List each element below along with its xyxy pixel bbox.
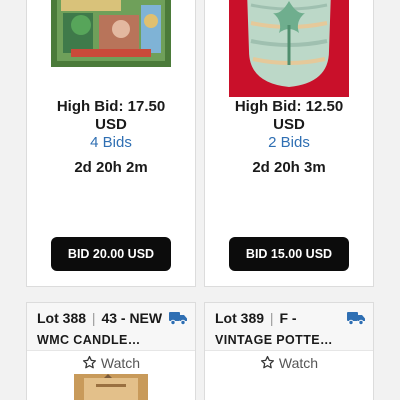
bid-button[interactable]: BID 15.00 USD [229, 237, 349, 271]
item-photo-candle[interactable] [74, 374, 148, 400]
high-bid-currency: USD [95, 116, 127, 133]
watch-label: Watch [278, 355, 319, 371]
lot-title-line2[interactable]: VINTAGE POTTE… [215, 332, 363, 348]
lot-header[interactable]: Lot 388 | 43 - NEW WMC CANDLE… [27, 303, 195, 351]
lot-number[interactable]: Lot 388 [37, 310, 86, 326]
lot-header[interactable]: Lot 389 | F - VINTAGE POTTE… [205, 303, 373, 351]
bids-count-link[interactable]: 4 Bids [27, 134, 195, 152]
watch-label: Watch [100, 355, 141, 371]
lot-card[interactable]: Lot 388 | 43 - NEW WMC CANDLE… Watch [26, 302, 196, 400]
bid-button[interactable]: BID 20.00 USD [51, 237, 171, 271]
high-bid-label: High Bid: 12.50 [234, 98, 344, 115]
watch-button[interactable]: Watch [27, 354, 195, 372]
auction-grid: High Bid: 17.50 USD 4 Bids 2d 20h 2m BID… [0, 0, 400, 400]
lot-number[interactable]: Lot 389 [215, 310, 264, 326]
lot-title-line1[interactable]: 43 - NEW [101, 310, 162, 326]
item-photo-hollywood[interactable] [51, 0, 171, 67]
auction-card[interactable]: High Bid: 12.50 USD 2 Bids 2d 20h 3m BID… [204, 0, 374, 287]
time-left: 2d 20h 3m [252, 159, 326, 176]
lot-separator: | [91, 310, 96, 326]
shipping-truck-icon [169, 312, 187, 325]
high-bid-label: High Bid: 17.50 [56, 98, 166, 115]
item-photo-pottery-vase[interactable] [229, 0, 349, 97]
auction-card[interactable]: High Bid: 17.50 USD 4 Bids 2d 20h 2m BID… [26, 0, 196, 287]
shipping-truck-icon [347, 312, 365, 325]
watch-button[interactable]: Watch [205, 354, 373, 372]
lot-title-line2[interactable]: WMC CANDLE… [37, 332, 185, 348]
star-outline-icon [260, 355, 274, 369]
time-left: 2d 20h 2m [74, 159, 148, 176]
lot-title-line1[interactable]: F - [279, 310, 296, 326]
lot-card[interactable]: Lot 389 | F - VINTAGE POTTE… Watch [204, 302, 374, 400]
lot-separator: | [269, 310, 274, 326]
high-bid-currency: USD [273, 116, 305, 133]
bids-count-link[interactable]: 2 Bids [205, 134, 373, 152]
star-outline-icon [82, 355, 96, 369]
